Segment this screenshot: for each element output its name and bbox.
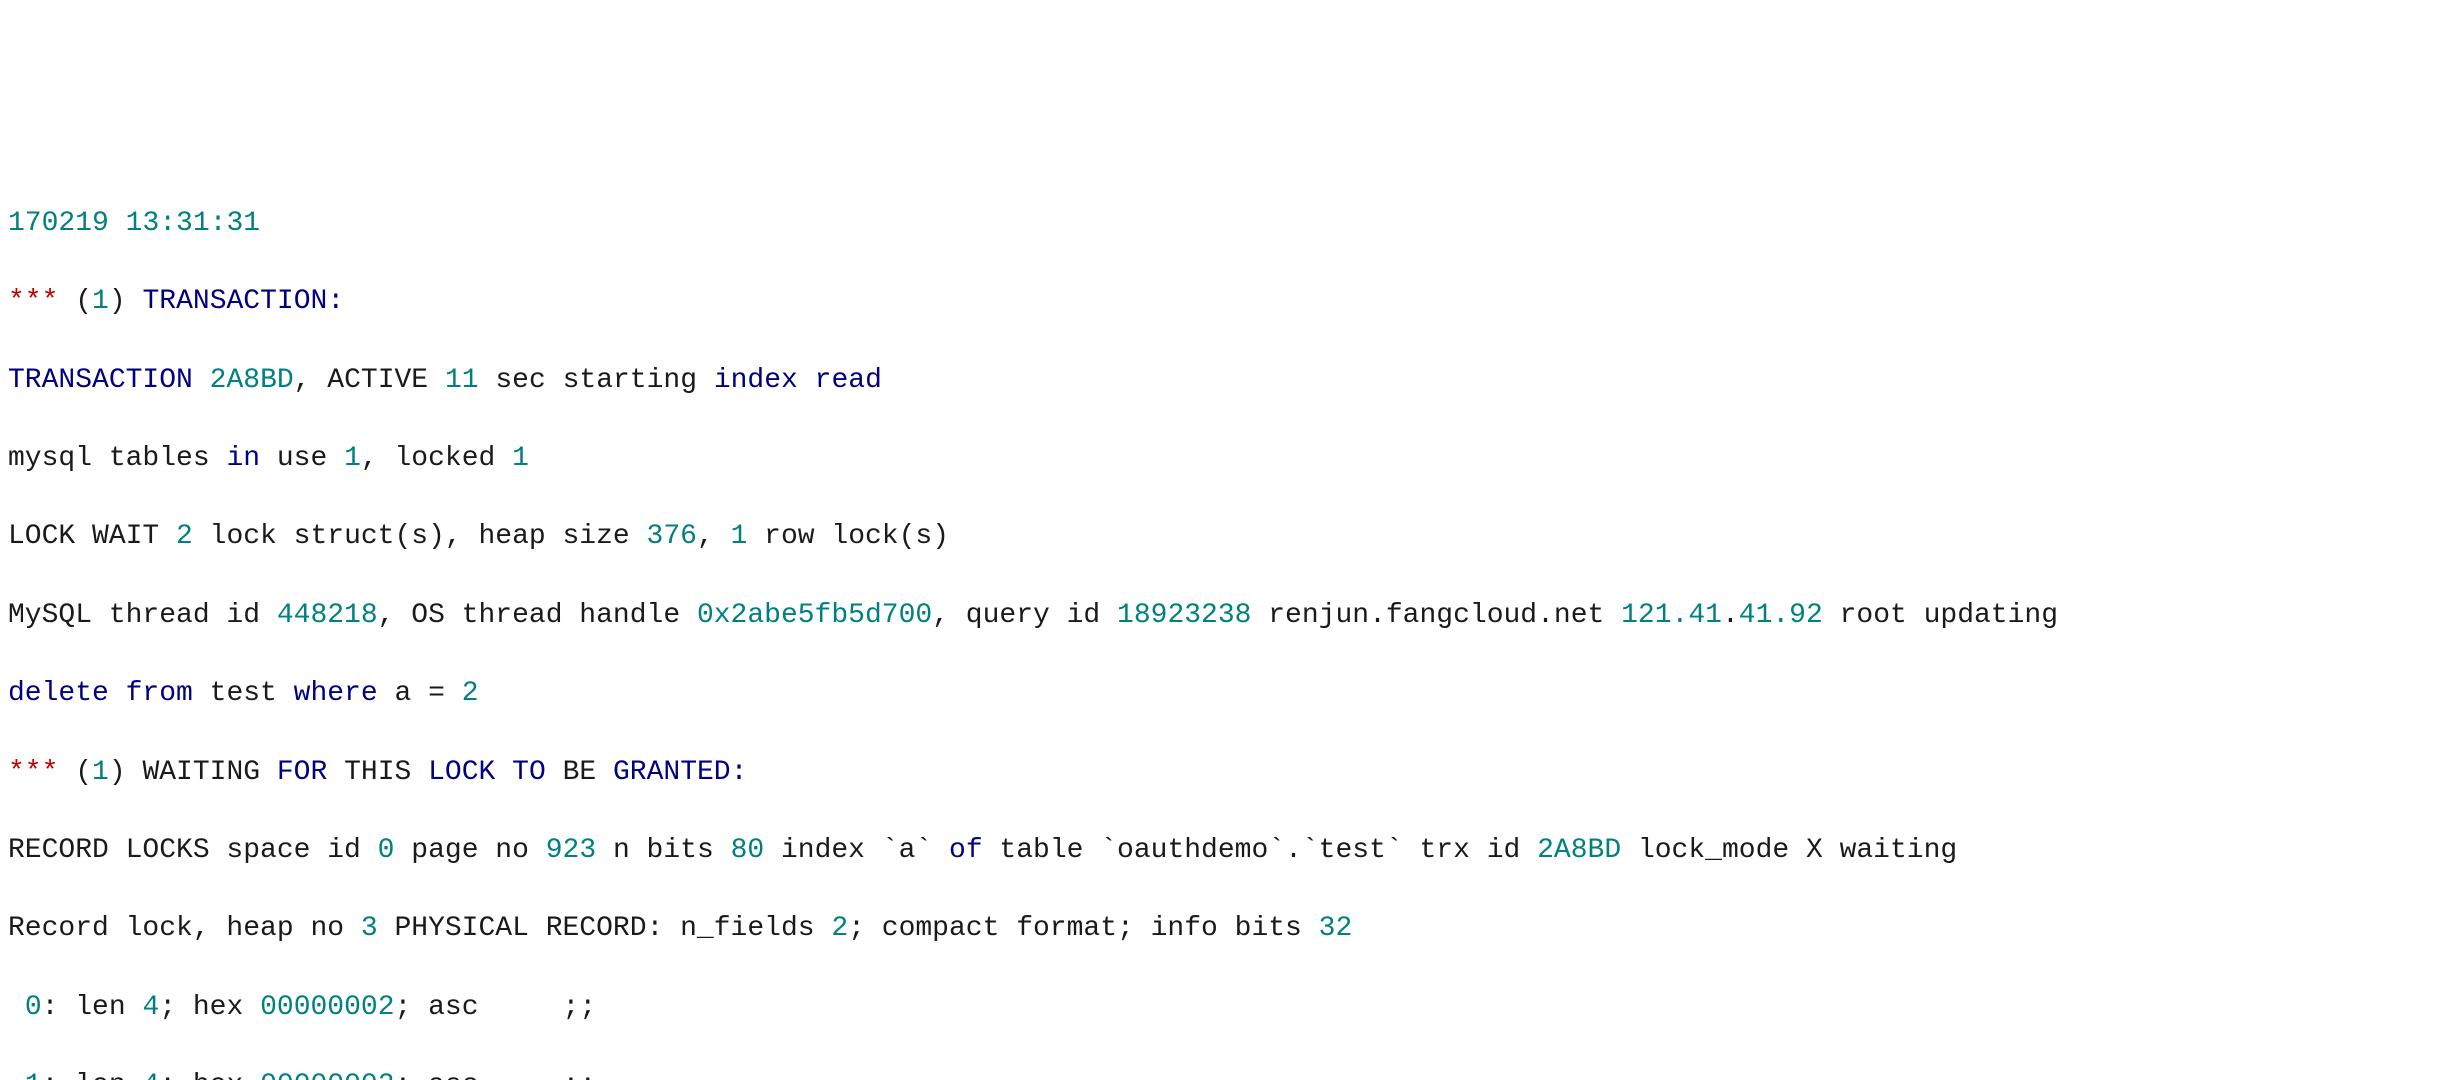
paren: ( bbox=[75, 286, 92, 317]
sql-value: 2 bbox=[462, 678, 479, 709]
paren-close: ) bbox=[109, 286, 126, 317]
field-hex: 00000002 bbox=[260, 1070, 394, 1080]
seconds-value: 11 bbox=[445, 365, 479, 396]
thread-id: 448218 bbox=[277, 600, 378, 631]
log-output: 170219 13:31:31 *** (1) TRANSACTION: TRA… bbox=[8, 165, 2443, 1080]
sql-from: from bbox=[109, 678, 193, 709]
n-fields: 2 bbox=[831, 913, 848, 944]
log-line-timestamp: 170219 13:31:31 bbox=[8, 204, 2443, 243]
sql-table: test bbox=[193, 678, 294, 709]
field-index: 1 bbox=[25, 1070, 42, 1080]
time-value: 13:31:31 bbox=[126, 208, 260, 239]
log-line-record-lock-detail: Record lock, heap no 3 PHYSICAL RECORD: … bbox=[8, 909, 2443, 948]
active-keyword: ACTIVE bbox=[327, 365, 428, 396]
lock-structs: 2 bbox=[176, 521, 193, 552]
tables-locked: 1 bbox=[512, 443, 529, 474]
keyword: TRANSACTION bbox=[8, 365, 193, 396]
heap-no: 3 bbox=[361, 913, 378, 944]
log-line-field-1: 1: len 4; hex 00000002; asc ;; bbox=[8, 1066, 2443, 1080]
ip-part1: 121.41 bbox=[1621, 600, 1722, 631]
query-id: 18923238 bbox=[1117, 600, 1251, 631]
field-index: 0 bbox=[25, 992, 42, 1023]
log-line-transaction-info: TRANSACTION 2A8BD, ACTIVE 11 sec startin… bbox=[8, 361, 2443, 400]
sql-column: a bbox=[378, 678, 428, 709]
field-hex: 00000002 bbox=[260, 992, 394, 1023]
log-line-field-0: 0: len 4; hex 00000002; asc ;; bbox=[8, 988, 2443, 1027]
stars: *** bbox=[8, 286, 58, 317]
date-value: 170219 bbox=[8, 208, 109, 239]
info-bits: 32 bbox=[1319, 913, 1353, 944]
sql-where: where bbox=[294, 678, 378, 709]
transaction-label: TRANSACTION: bbox=[142, 286, 344, 317]
sql-delete: delete bbox=[8, 678, 109, 709]
log-line-thread: MySQL thread id 448218, OS thread handle… bbox=[8, 596, 2443, 635]
ip-part2: 41.92 bbox=[1739, 600, 1823, 631]
tables-in-use: 1 bbox=[344, 443, 361, 474]
field-len: 4 bbox=[142, 992, 159, 1023]
heap-size: 376 bbox=[647, 521, 697, 552]
log-line-transaction-header: *** (1) TRANSACTION: bbox=[8, 282, 2443, 321]
log-line-tables: mysql tables in use 1, locked 1 bbox=[8, 439, 2443, 478]
log-line-sql-query: delete from test where a = 2 bbox=[8, 674, 2443, 713]
page-no: 923 bbox=[546, 835, 596, 866]
stars: *** bbox=[8, 757, 58, 788]
transaction-number: 1 bbox=[92, 286, 109, 317]
transaction-id: 2A8BD bbox=[210, 365, 294, 396]
log-line-waiting-header: *** (1) WAITING FOR THIS LOCK TO BE GRAN… bbox=[8, 753, 2443, 792]
log-line-record-locks: RECORD LOCKS space id 0 page no 923 n bi… bbox=[8, 831, 2443, 870]
row-locks: 1 bbox=[731, 521, 748, 552]
field-len: 4 bbox=[142, 1070, 159, 1080]
trx-id: 2A8BD bbox=[1537, 835, 1621, 866]
space-id: 0 bbox=[378, 835, 395, 866]
thread-handle: 0x2abe5fb5d700 bbox=[697, 600, 932, 631]
log-line-lock-wait: LOCK WAIT 2 lock struct(s), heap size 37… bbox=[8, 517, 2443, 556]
n-bits: 80 bbox=[731, 835, 765, 866]
